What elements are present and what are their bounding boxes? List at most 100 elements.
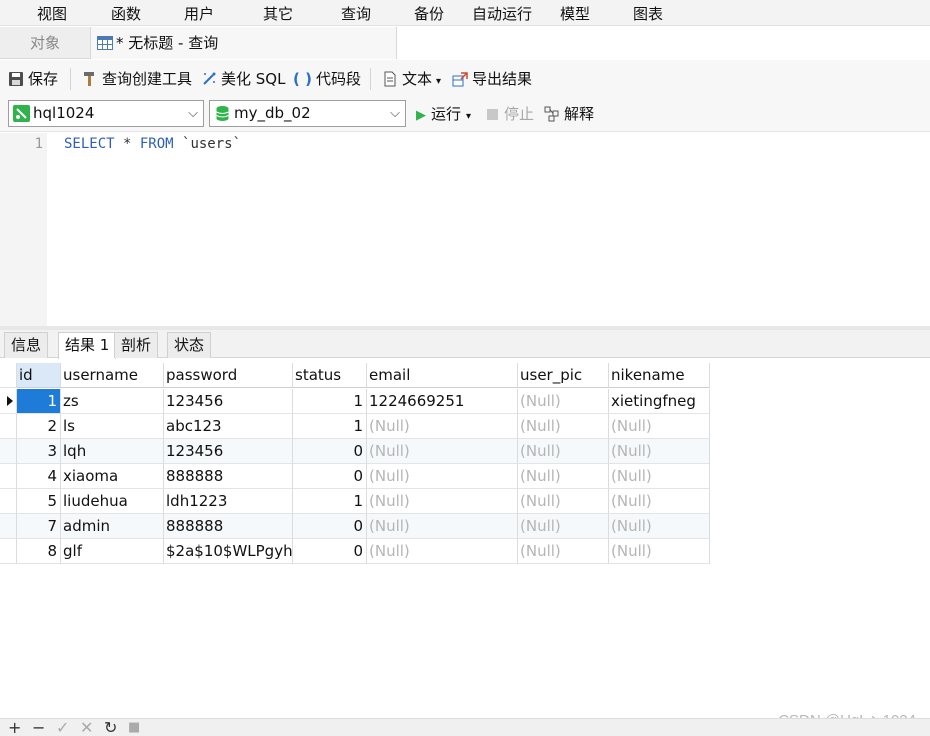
tab-info[interactable]: 信息 — [4, 332, 49, 358]
cell-nikename[interactable]: (Null) — [609, 414, 710, 439]
cell-nikename[interactable]: xietingfneg — [609, 389, 710, 414]
cell-status[interactable]: 0 — [293, 539, 367, 564]
table-row[interactable]: 7 admin 888888 0 (Null) (Null) (Null) — [0, 514, 710, 539]
cell-id[interactable]: 7 — [17, 514, 61, 539]
column-header-status[interactable]: status — [293, 363, 367, 388]
cell-nikename[interactable]: (Null) — [609, 514, 710, 539]
cell-user-pic[interactable]: (Null) — [518, 539, 609, 564]
row-selector[interactable] — [0, 464, 17, 489]
text-button[interactable]: 文本 ▾ — [382, 68, 441, 90]
table-row[interactable]: 2 ls abc123 1 (Null) (Null) (Null) — [0, 414, 710, 439]
run-button[interactable]: ▶ 运行 ▾ — [416, 104, 471, 127]
menu-query[interactable]: 查询 — [341, 3, 371, 24]
cell-id[interactable]: 8 — [17, 539, 61, 564]
cell-nikename[interactable]: (Null) — [609, 464, 710, 489]
cell-status[interactable]: 0 — [293, 439, 367, 464]
column-header-email[interactable]: email — [367, 363, 518, 388]
code-snippet-button[interactable]: ( ) 代码段 — [293, 68, 361, 90]
cell-id[interactable]: 4 — [17, 464, 61, 489]
cell-password[interactable]: abc123 — [164, 414, 293, 439]
tab-objects[interactable]: 对象 — [0, 27, 90, 59]
cell-username[interactable]: ls — [61, 414, 164, 439]
add-record-icon[interactable]: + — [8, 719, 21, 736]
cell-email[interactable]: (Null) — [367, 539, 518, 564]
cell-user-pic[interactable]: (Null) — [518, 439, 609, 464]
table-row[interactable]: 1 zs 123456 1 1224669251 (Null) xietingf… — [0, 389, 710, 414]
cell-user-pic[interactable]: (Null) — [518, 389, 609, 414]
cell-email[interactable]: (Null) — [367, 514, 518, 539]
cell-email[interactable]: (Null) — [367, 489, 518, 514]
beautify-sql-button[interactable]: 美化 SQL — [201, 68, 285, 90]
cell-username[interactable]: admin — [61, 514, 164, 539]
menu-other[interactable]: 其它 — [263, 3, 293, 24]
cell-status[interactable]: 0 — [293, 464, 367, 489]
column-header-password[interactable]: password — [164, 363, 293, 388]
tab-status[interactable]: 状态 — [167, 332, 212, 358]
sql-editor[interactable]: 1 SELECT * FROM `users` — [0, 133, 930, 326]
cell-password[interactable]: 888888 — [164, 464, 293, 489]
column-header-id[interactable]: id — [17, 363, 61, 388]
row-selector[interactable] — [0, 389, 17, 414]
tab-query[interactable]: * 无标题 - 查询 — [90, 27, 397, 59]
table-row[interactable]: 5 liudehua ldh1223 1 (Null) (Null) (Null… — [0, 489, 710, 514]
cell-email[interactable]: (Null) — [367, 414, 518, 439]
row-selector[interactable] — [0, 539, 17, 564]
cell-status[interactable]: 1 — [293, 489, 367, 514]
connection-select[interactable]: hql1024 ⌵ — [8, 100, 204, 127]
cell-email[interactable]: (Null) — [367, 464, 518, 489]
cell-user-pic[interactable]: (Null) — [518, 414, 609, 439]
cell-status[interactable]: 1 — [293, 389, 367, 414]
cell-email[interactable]: 1224669251 — [367, 389, 518, 414]
cell-id[interactable]: 2 — [17, 414, 61, 439]
menu-chart[interactable]: 图表 — [633, 3, 663, 24]
column-header-username[interactable]: username — [61, 363, 164, 388]
menu-functions[interactable]: 函数 — [111, 3, 141, 24]
cell-password[interactable]: ldh1223 — [164, 489, 293, 514]
row-selector[interactable] — [0, 489, 17, 514]
menu-model[interactable]: 模型 — [560, 3, 590, 24]
cell-username[interactable]: glf — [61, 539, 164, 564]
table-row[interactable]: 3 lqh 123456 0 (Null) (Null) (Null) — [0, 439, 710, 464]
cell-password[interactable]: 123456 — [164, 389, 293, 414]
cell-nikename[interactable]: (Null) — [609, 539, 710, 564]
sql-code-line[interactable]: SELECT * FROM `users` — [64, 136, 241, 152]
row-selector[interactable] — [0, 514, 17, 539]
cell-id[interactable]: 1 — [17, 389, 61, 414]
row-selector[interactable] — [0, 414, 17, 439]
cell-nikename[interactable]: (Null) — [609, 489, 710, 514]
cell-user-pic[interactable]: (Null) — [518, 464, 609, 489]
cell-password[interactable]: 123456 — [164, 439, 293, 464]
cell-password[interactable]: $2a$10$WLPgyhE — [164, 539, 293, 564]
cell-user-pic[interactable]: (Null) — [518, 489, 609, 514]
cell-id[interactable]: 5 — [17, 489, 61, 514]
cell-username[interactable]: zs — [61, 389, 164, 414]
delete-record-icon[interactable]: − — [32, 719, 45, 736]
stop-button[interactable]: 停止 — [487, 104, 534, 124]
cell-id[interactable]: 3 — [17, 439, 61, 464]
column-header-user-pic[interactable]: user_pic — [518, 363, 609, 388]
explain-button[interactable]: 解释 — [544, 104, 594, 124]
menu-automation[interactable]: 自动运行 — [472, 3, 532, 24]
cell-username[interactable]: lqh — [61, 439, 164, 464]
cell-username[interactable]: liudehua — [61, 489, 164, 514]
export-results-button[interactable]: 导出结果 — [452, 68, 532, 90]
refresh-icon[interactable]: ↻ — [104, 719, 117, 736]
row-selector[interactable] — [0, 439, 17, 464]
apply-changes-icon[interactable]: ✓ — [56, 719, 69, 736]
save-button[interactable]: 保存 — [8, 68, 58, 90]
cell-status[interactable]: 0 — [293, 514, 367, 539]
column-header-nikename[interactable]: nikename — [609, 363, 710, 388]
menu-backup[interactable]: 备份 — [414, 3, 444, 24]
cell-password[interactable]: 888888 — [164, 514, 293, 539]
table-row[interactable]: 4 xiaoma 888888 0 (Null) (Null) (Null) — [0, 464, 710, 489]
cell-user-pic[interactable]: (Null) — [518, 514, 609, 539]
cell-nikename[interactable]: (Null) — [609, 439, 710, 464]
query-builder-button[interactable]: 查询创建工具 — [82, 68, 192, 90]
menu-view[interactable]: 视图 — [37, 3, 67, 24]
menu-users[interactable]: 用户 — [184, 3, 214, 24]
tab-result-1[interactable]: 结果 1 — [58, 332, 117, 359]
cell-status[interactable]: 1 — [293, 414, 367, 439]
tab-profile[interactable]: 剖析 — [114, 332, 159, 358]
table-row[interactable]: 8 glf $2a$10$WLPgyhE 0 (Null) (Null) (Nu… — [0, 539, 710, 564]
cell-username[interactable]: xiaoma — [61, 464, 164, 489]
